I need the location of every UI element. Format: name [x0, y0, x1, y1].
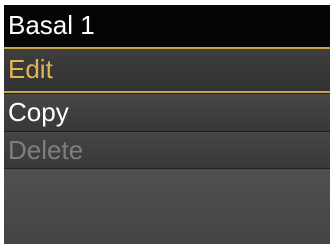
menu-item-delete: Delete — [4, 131, 330, 169]
title-bar: Basal 1 — [4, 5, 330, 47]
menu-item-edit-label: Edit — [8, 54, 53, 84]
device-screen: Basal 1 Edit Copy Delete — [4, 5, 330, 244]
menu-item-copy[interactable]: Copy — [4, 93, 330, 131]
menu-item-delete-label: Delete — [8, 135, 84, 165]
menu-empty-area — [4, 169, 330, 244]
screen-title: Basal 1 — [8, 10, 95, 40]
menu-item-edit[interactable]: Edit — [4, 47, 330, 93]
menu-item-copy-label: Copy — [8, 97, 69, 127]
